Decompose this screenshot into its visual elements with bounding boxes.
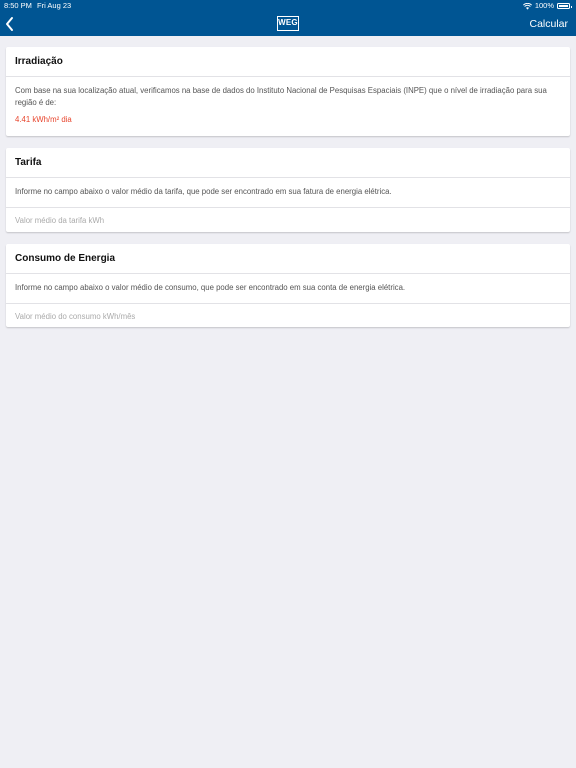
back-button[interactable] — [4, 16, 18, 32]
consumption-title: Consumo de Energia — [6, 244, 570, 274]
consumption-input-row — [6, 303, 570, 329]
battery-icon — [557, 3, 572, 9]
status-bar: 8:50 PM Fri Aug 23 100% — [0, 0, 576, 12]
calculate-button[interactable]: Calcular — [529, 18, 568, 30]
tariff-input[interactable] — [15, 216, 561, 225]
wifi-icon — [522, 2, 532, 10]
irradiation-description: Com base na sua localização atual, verif… — [15, 86, 547, 107]
tariff-input-row — [6, 207, 570, 233]
consumption-card: Consumo de Energia Informe no campo abai… — [6, 244, 570, 327]
chevron-left-icon — [6, 17, 13, 31]
irradiation-value: 4.41 kWh/m² dia — [15, 115, 72, 124]
tariff-title: Tarifa — [6, 148, 570, 178]
battery-percent: 100% — [534, 1, 554, 10]
status-time: 8:50 PM — [4, 1, 32, 10]
consumption-description: Informe no campo abaixo o valor médio de… — [15, 283, 406, 292]
weg-logo: WEG — [277, 16, 299, 31]
status-date: Fri Aug 23 — [37, 1, 72, 10]
irradiation-title: Irradiação — [6, 47, 570, 77]
status-indicators: 100% — [522, 0, 572, 12]
tariff-card: Tarifa Informe no campo abaixo o valor m… — [6, 148, 570, 232]
irradiation-card: Irradiação Com base na sua localização a… — [6, 47, 570, 136]
navigation-bar: 8:50 PM Fri Aug 23 100% WEG Calcular — [0, 0, 576, 36]
tariff-description: Informe no campo abaixo o valor médio da… — [15, 187, 392, 196]
consumption-input[interactable] — [15, 312, 561, 321]
